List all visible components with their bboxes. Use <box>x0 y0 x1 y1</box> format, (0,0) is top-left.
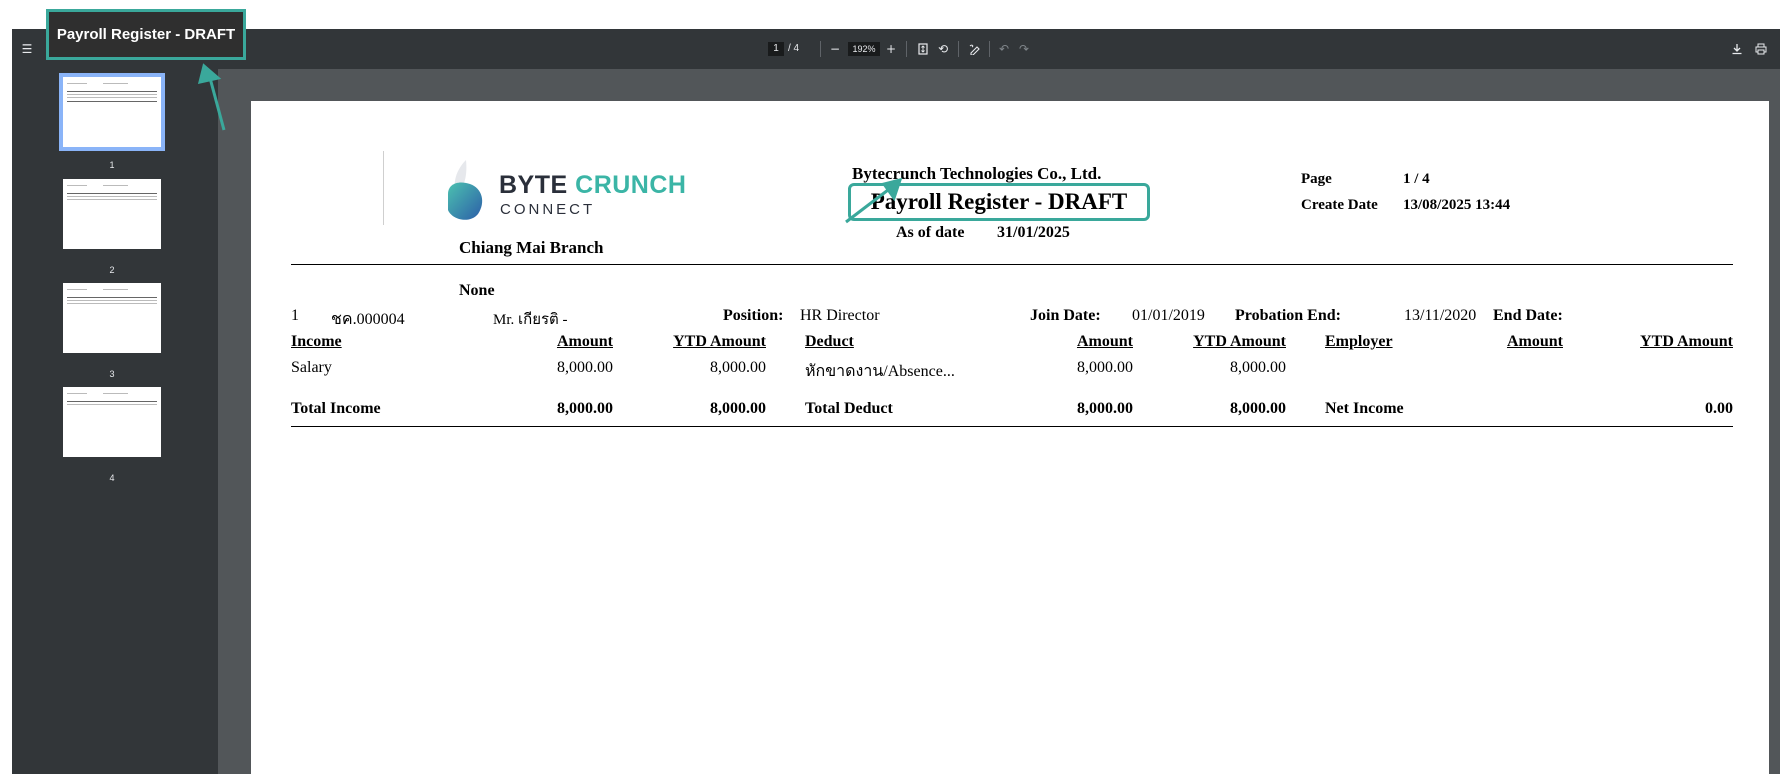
join-date-label: Join Date: <box>1030 307 1101 324</box>
logo-word-byte: BYTE <box>499 171 568 199</box>
total-deduct-ytd: 8,000.00 <box>1230 400 1286 417</box>
hamburger-icon[interactable]: ☰ <box>18 40 36 58</box>
total-deduct-label: Total Deduct <box>805 400 893 417</box>
logo-word-crunch: CRUNCH <box>575 171 687 199</box>
deduct-item-amount: 8,000.00 <box>1077 359 1133 376</box>
title-highlight-box <box>848 183 1150 221</box>
end-date-label: End Date: <box>1493 307 1563 324</box>
total-income-label: Total Income <box>291 400 381 417</box>
toolbar-divider <box>958 41 959 57</box>
col-employer-amount: Amount <box>1506 333 1563 350</box>
col-deduct: Deduct <box>805 333 854 350</box>
thumbnail-page-4[interactable] <box>63 387 161 457</box>
branch-name: Chiang Mai Branch <box>459 238 604 257</box>
col-deduct-amount: Amount <box>1076 333 1133 350</box>
col-income: Income <box>291 333 342 350</box>
thumbnail-sidebar: 1 2 3 4 <box>12 69 218 774</box>
income-item-name: Salary <box>291 359 332 376</box>
document-area[interactable]: BYTE CRUNCH CONNECT Bytecrunch Technolog… <box>218 69 1780 774</box>
bytecrunch-logo-icon <box>448 160 483 220</box>
toolbar-divider <box>820 41 821 57</box>
as-of-label: As of date <box>896 224 965 241</box>
page-total: / 4 <box>788 43 800 54</box>
join-date-value: 01/01/2019 <box>1132 307 1205 324</box>
page-label: Page <box>1301 171 1332 187</box>
header-rule <box>291 264 1733 265</box>
thumbnail-label: 1 <box>109 160 115 170</box>
company-name: Bytecrunch Technologies Co., Ltd. <box>852 164 1102 183</box>
as-of-value: 31/01/2025 <box>997 224 1070 241</box>
pdf-viewer: ☰ 1 / 4 − 192% + ⟲ ↶ ↷ 1 2 3 4 BYTE CRUN… <box>12 29 1780 774</box>
undo-icon[interactable]: ↶ <box>995 40 1013 58</box>
zoom-input[interactable]: 192% <box>848 42 880 56</box>
net-income-value: 0.00 <box>1705 400 1733 417</box>
divider <box>383 151 384 225</box>
create-date-label: Create Date <box>1301 197 1378 213</box>
probation-end-value: 13/11/2020 <box>1404 307 1477 324</box>
deduct-item-name: หักขาดงาน/Absence... <box>805 363 955 380</box>
employee-index: 1 <box>291 307 299 324</box>
fit-page-icon[interactable] <box>914 40 932 58</box>
col-employer: Employer <box>1325 333 1393 350</box>
redo-icon[interactable]: ↷ <box>1015 40 1033 58</box>
zoom-in-icon[interactable]: + <box>882 40 900 58</box>
col-income-ytd: YTD Amount <box>673 333 766 350</box>
thumbnail-page-3[interactable] <box>63 283 161 353</box>
total-deduct-amount: 8,000.00 <box>1077 400 1133 417</box>
employee-name: Mr. เกียรติ - <box>493 312 568 328</box>
position-value: HR Director <box>800 307 880 324</box>
income-item-amount: 8,000.00 <box>557 359 613 376</box>
page-value: 1 / 4 <box>1403 171 1430 187</box>
title-callout: Payroll Register - DRAFT <box>46 9 246 60</box>
logo-word-connect: CONNECT <box>500 201 596 218</box>
create-date-value: 13/08/2025 13:44 <box>1403 197 1511 213</box>
employee-code: ชค.000004 <box>331 311 405 328</box>
col-employer-ytd: YTD Amount <box>1640 333 1733 350</box>
col-deduct-ytd: YTD Amount <box>1193 333 1286 350</box>
total-income-ytd: 8,000.00 <box>710 400 766 417</box>
zoom-out-icon[interactable]: − <box>826 40 844 58</box>
rotate-icon[interactable]: ⟲ <box>934 40 952 58</box>
group-label: None <box>459 282 495 299</box>
deduct-item-ytd: 8,000.00 <box>1230 359 1286 376</box>
income-item-ytd: 8,000.00 <box>710 359 766 376</box>
col-income-amount: Amount <box>556 333 613 350</box>
thumbnail-label: 4 <box>109 473 115 483</box>
download-icon[interactable] <box>1728 40 1746 58</box>
toolbar-divider <box>906 41 907 57</box>
pdf-toolbar: ☰ 1 / 4 − 192% + ⟲ ↶ ↷ <box>12 29 1780 69</box>
net-income-label: Net Income <box>1325 400 1404 417</box>
toolbar-divider <box>989 41 990 57</box>
thumbnail-label: 2 <box>109 265 115 275</box>
print-icon[interactable] <box>1752 40 1770 58</box>
draw-icon[interactable] <box>966 40 984 58</box>
probation-end-label: Probation End: <box>1235 307 1341 324</box>
thumbnail-label: 3 <box>109 369 115 379</box>
position-label: Position: <box>723 307 784 324</box>
totals-rule <box>291 426 1733 427</box>
thumbnail-page-2[interactable] <box>63 179 161 249</box>
thumbnail-page-1[interactable] <box>59 73 165 151</box>
logo-wordmark: BYTE CRUNCH <box>499 171 686 200</box>
total-income-amount: 8,000.00 <box>557 400 613 417</box>
pdf-page: BYTE CRUNCH CONNECT Bytecrunch Technolog… <box>251 101 1769 774</box>
page-number-input[interactable]: 1 <box>768 42 784 56</box>
